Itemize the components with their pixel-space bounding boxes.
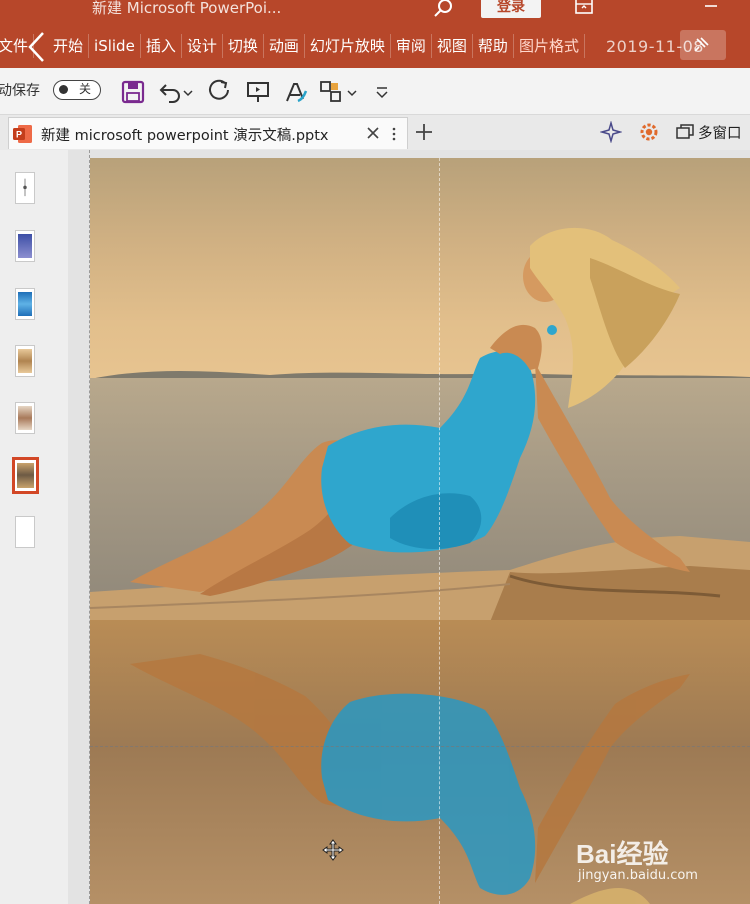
login-button[interactable]: 登录 bbox=[481, 0, 541, 18]
multi-window-label[interactable]: 多窗口 bbox=[698, 122, 742, 143]
new-tab-icon[interactable] bbox=[413, 121, 435, 143]
baidu-jingyan-watermark: Bai经验 jingyan.baidu.com bbox=[576, 824, 746, 890]
thumbnail-content bbox=[18, 349, 32, 373]
ribbon-tab-list: 文件 开始 iSlide 插入 设计 切换 动画 幻灯片放映 审阅 视图 帮助 … bbox=[0, 24, 585, 68]
move-cursor-icon bbox=[322, 839, 344, 861]
slide-thumbnail[interactable] bbox=[15, 230, 35, 262]
timestamp-overlay: 2019-11-08 bbox=[606, 37, 704, 56]
multi-window-icon[interactable] bbox=[676, 124, 694, 140]
tab-transitions[interactable]: 切换 bbox=[223, 34, 264, 58]
more-options-icon[interactable] bbox=[389, 125, 399, 143]
vertical-smart-guide bbox=[439, 158, 440, 904]
autosave-label: 动保存 bbox=[0, 83, 40, 99]
back-chevron-icon[interactable] bbox=[24, 30, 50, 64]
close-icon[interactable] bbox=[365, 125, 381, 141]
window-title: 新建 Microsoft PowerPoi... bbox=[92, 0, 282, 17]
slide-image-beach-reflection[interactable] bbox=[90, 158, 750, 904]
powerpoint-file-icon: P bbox=[13, 125, 32, 143]
thumbnail-content bbox=[18, 520, 32, 544]
title-bar: 新建 Microsoft PowerPoi... 登录 bbox=[0, 0, 750, 24]
undo-icon[interactable] bbox=[158, 79, 184, 105]
document-tab[interactable]: P 新建 microsoft powerpoint 演示文稿.pptx bbox=[8, 117, 408, 149]
slide-thumbnail[interactable] bbox=[15, 345, 35, 377]
undo-dropdown-icon[interactable] bbox=[182, 79, 194, 105]
minimize-icon[interactable] bbox=[700, 0, 722, 17]
tab-view[interactable]: 视图 bbox=[432, 34, 473, 58]
tab-help[interactable]: 帮助 bbox=[473, 34, 514, 58]
arrange-dropdown-icon[interactable] bbox=[346, 79, 358, 105]
presentation-icon[interactable] bbox=[245, 79, 271, 105]
thumbnail-content bbox=[18, 292, 32, 316]
arrange-shapes-icon[interactable] bbox=[318, 79, 344, 105]
customize-toolbar-icon[interactable] bbox=[372, 79, 392, 105]
sparkle-icon[interactable] bbox=[600, 121, 622, 143]
tab-picture-format[interactable]: 图片格式 bbox=[514, 34, 585, 58]
tab-home[interactable]: 开始 bbox=[48, 34, 90, 58]
tab-insert[interactable]: 插入 bbox=[141, 34, 182, 58]
watermark-brand: Bai经验 bbox=[576, 839, 669, 869]
ribbon-tabs: 文件 开始 iSlide 插入 设计 切换 动画 幻灯片放映 审阅 视图 帮助 … bbox=[0, 24, 750, 68]
tab-animations[interactable]: 动画 bbox=[264, 34, 305, 58]
tab-review[interactable]: 审阅 bbox=[391, 34, 432, 58]
gear-icon[interactable] bbox=[637, 120, 661, 144]
save-icon[interactable] bbox=[120, 79, 146, 105]
thumbnail-content bbox=[18, 234, 32, 258]
slide-thumbnail[interactable] bbox=[15, 172, 35, 204]
tab-slideshow[interactable]: 幻灯片放映 bbox=[305, 34, 391, 58]
thumbnail-content bbox=[17, 463, 34, 488]
document-tab-strip: P 新建 microsoft powerpoint 演示文稿.pptx 多窗口 bbox=[0, 115, 750, 151]
slide-canvas[interactable] bbox=[68, 150, 750, 904]
search-icon[interactable] bbox=[433, 0, 455, 20]
ribbon-display-options-icon[interactable] bbox=[573, 0, 595, 17]
slide-thumbnail[interactable] bbox=[15, 288, 35, 320]
tab-design[interactable]: 设计 bbox=[182, 34, 223, 58]
woman-in-blue-dress-photo bbox=[130, 227, 690, 904]
svg-text:P: P bbox=[16, 130, 22, 140]
slide-thumbnail-selected[interactable] bbox=[12, 457, 39, 494]
format-painter-icon[interactable] bbox=[283, 79, 309, 105]
thumbnail-content bbox=[18, 406, 32, 430]
document-tab-name: 新建 microsoft powerpoint 演示文稿.pptx bbox=[41, 128, 329, 144]
horizontal-smart-guide bbox=[90, 746, 750, 747]
quick-access-toolbar: 动保存 关 bbox=[0, 68, 750, 115]
slide-thumbnail[interactable] bbox=[15, 516, 35, 548]
autosave-state: 关 bbox=[79, 82, 92, 96]
redo-icon[interactable] bbox=[207, 79, 233, 105]
slide-thumbnail[interactable] bbox=[15, 402, 35, 434]
watermark-url: jingyan.baidu.com bbox=[578, 868, 698, 883]
autosave-toggle[interactable]: 关 bbox=[53, 80, 101, 100]
slide-thumbnails-pane bbox=[0, 150, 69, 904]
tab-islide[interactable]: iSlide bbox=[89, 34, 141, 58]
thumbnail-content bbox=[23, 178, 27, 197]
toggle-knob bbox=[59, 85, 68, 94]
